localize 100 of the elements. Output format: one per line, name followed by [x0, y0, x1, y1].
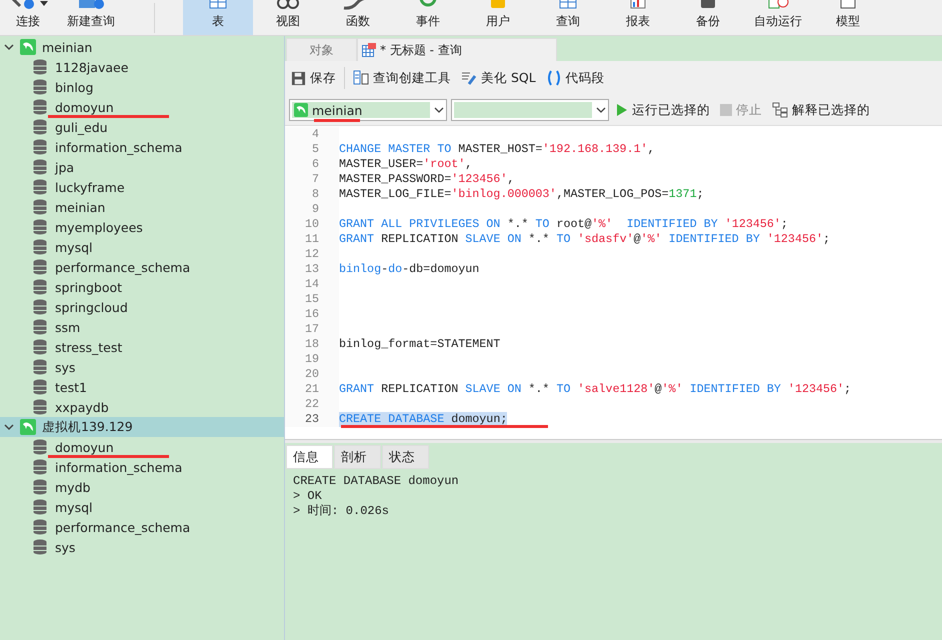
tab[interactable]: * 无标题 - 查询: [357, 38, 557, 61]
database-item[interactable]: performance_schema: [0, 257, 284, 277]
database-item[interactable]: information_schema: [0, 137, 284, 157]
line-number: 8: [285, 187, 339, 202]
database-icon: [33, 139, 47, 155]
database-icon: [33, 339, 47, 355]
line-number: 4: [285, 127, 339, 142]
database-icon: [33, 219, 47, 235]
code-line: GRANT REPLICATION SLAVE ON *.* TO 'sdasfv'@'%' IDENTIFIED BY '123456';: [339, 232, 830, 247]
database-item[interactable]: sys: [0, 357, 284, 377]
line-number: 18: [285, 337, 339, 352]
toolbar-button[interactable]: 代码段: [544, 68, 607, 88]
tab[interactable]: 对象: [286, 38, 357, 61]
database-item[interactable]: mydb: [0, 477, 284, 497]
tab[interactable]: 剖析: [334, 445, 381, 469]
code-line: MASTER_USER='root',: [339, 157, 472, 172]
toolbar-button[interactable]: 事件: [393, 0, 463, 35]
line-number: 19: [285, 352, 339, 367]
tab[interactable]: 信息: [286, 445, 333, 469]
toolbar-button[interactable]: 函数: [323, 0, 393, 35]
line-number: 11: [285, 232, 339, 247]
database-name: information_schema: [55, 140, 182, 154]
database-item[interactable]: luckyframe: [0, 177, 284, 197]
line-number: 6: [285, 157, 339, 172]
toolbar-button[interactable]: 连接: [0, 0, 56, 35]
database-icon: [33, 159, 47, 175]
database-item[interactable]: springboot: [0, 277, 284, 297]
database-item[interactable]: myemployees: [0, 217, 284, 237]
database-icon: [33, 439, 47, 455]
code-line: MASTER_LOG_FILE='binlog.000003',MASTER_LOG_POS=1371;: [339, 187, 704, 202]
line-number: 12: [285, 247, 339, 262]
toolbar-button[interactable]: 视图: [253, 0, 323, 35]
database-item[interactable]: 1128javaee: [0, 57, 284, 77]
database-item[interactable]: mysql: [0, 237, 284, 257]
toolbar-button[interactable]: 报表: [603, 0, 673, 35]
toolbar-button[interactable]: 保存: [289, 68, 338, 88]
stop-icon: [720, 104, 732, 116]
database-icon: [33, 279, 47, 295]
toolbar-button[interactable]: 用户: [463, 0, 533, 35]
toolbar-button[interactable]: 模型: [813, 0, 883, 35]
database-name: 1128javaee: [55, 60, 128, 74]
toolbar-button[interactable]: 表: [183, 0, 253, 35]
database-item[interactable]: mysql: [0, 497, 284, 517]
database-icon: [33, 199, 47, 215]
database-icon: [33, 459, 47, 475]
database-item[interactable]: test1: [0, 377, 284, 397]
database-name: mysql: [55, 500, 92, 514]
database-item[interactable]: xxpaydb: [0, 397, 284, 417]
toolbar-button[interactable]: 自动运行: [743, 0, 813, 35]
code-line: binlog-do-db=domoyun: [339, 262, 480, 277]
database-icon: [33, 299, 47, 315]
database-item[interactable]: domoyun: [0, 437, 284, 457]
database-icon: [33, 99, 47, 115]
explain-icon: [772, 102, 788, 118]
database-name: meinian: [55, 200, 106, 214]
line-number: 23: [285, 412, 339, 427]
database-icon: [33, 359, 47, 375]
database-name: mydb: [55, 480, 90, 494]
connection-item[interactable]: 虚拟机139.129: [0, 417, 284, 437]
toolbar-button[interactable]: 美化 SQL: [459, 68, 538, 88]
connection-item[interactable]: meinian: [0, 37, 284, 57]
line-number: 13: [285, 262, 339, 277]
database-item[interactable]: sys: [0, 537, 284, 557]
database-item[interactable]: meinian: [0, 197, 284, 217]
database-icon: [33, 519, 47, 535]
toolbar-button[interactable]: 备份: [673, 0, 743, 35]
code-line: binlog_format=STATEMENT: [339, 337, 500, 352]
dolphin-icon: [294, 103, 308, 117]
database-item[interactable]: stress_test: [0, 337, 284, 357]
database-item[interactable]: domoyun: [0, 97, 284, 117]
database-item[interactable]: jpa: [0, 157, 284, 177]
database-item[interactable]: performance_schema: [0, 517, 284, 537]
database-item[interactable]: binlog: [0, 77, 284, 97]
database-item[interactable]: information_schema: [0, 457, 284, 477]
database-icon: [33, 259, 47, 275]
database-icon: [33, 119, 47, 135]
toolbar-button[interactable]: 新建查询: [56, 0, 126, 35]
database-item[interactable]: guli_edu: [0, 117, 284, 137]
database-icon: [33, 539, 47, 555]
play-icon: [616, 103, 628, 117]
line-number: 15: [285, 292, 339, 307]
line-number: 10: [285, 217, 339, 232]
line-number: 14: [285, 277, 339, 292]
action-button[interactable]: 运行已选择的: [613, 102, 713, 118]
dolphin-icon: [20, 419, 36, 435]
database-item[interactable]: springcloud: [0, 297, 284, 317]
connection-dropdown[interactable]: meinian: [289, 99, 447, 121]
database-icon: [33, 399, 47, 415]
database-name: ssm: [55, 320, 80, 334]
database-item[interactable]: ssm: [0, 317, 284, 337]
action-button[interactable]: 解释已选择的: [769, 102, 873, 118]
toolbar-button[interactable]: 查询创建工具: [351, 68, 453, 88]
database-name: binlog: [55, 80, 94, 94]
toolbar-button[interactable]: 查询: [533, 0, 603, 35]
line-number: 21: [285, 382, 339, 397]
database-dropdown[interactable]: [451, 99, 609, 121]
database-name: sys: [55, 360, 76, 374]
code-line: GRANT ALL PRIVILEGES ON *.* TO root@'%' IDENTIFIED BY '123456';: [339, 217, 788, 232]
database-name: xxpaydb: [55, 400, 109, 414]
tab[interactable]: 状态: [382, 445, 429, 469]
